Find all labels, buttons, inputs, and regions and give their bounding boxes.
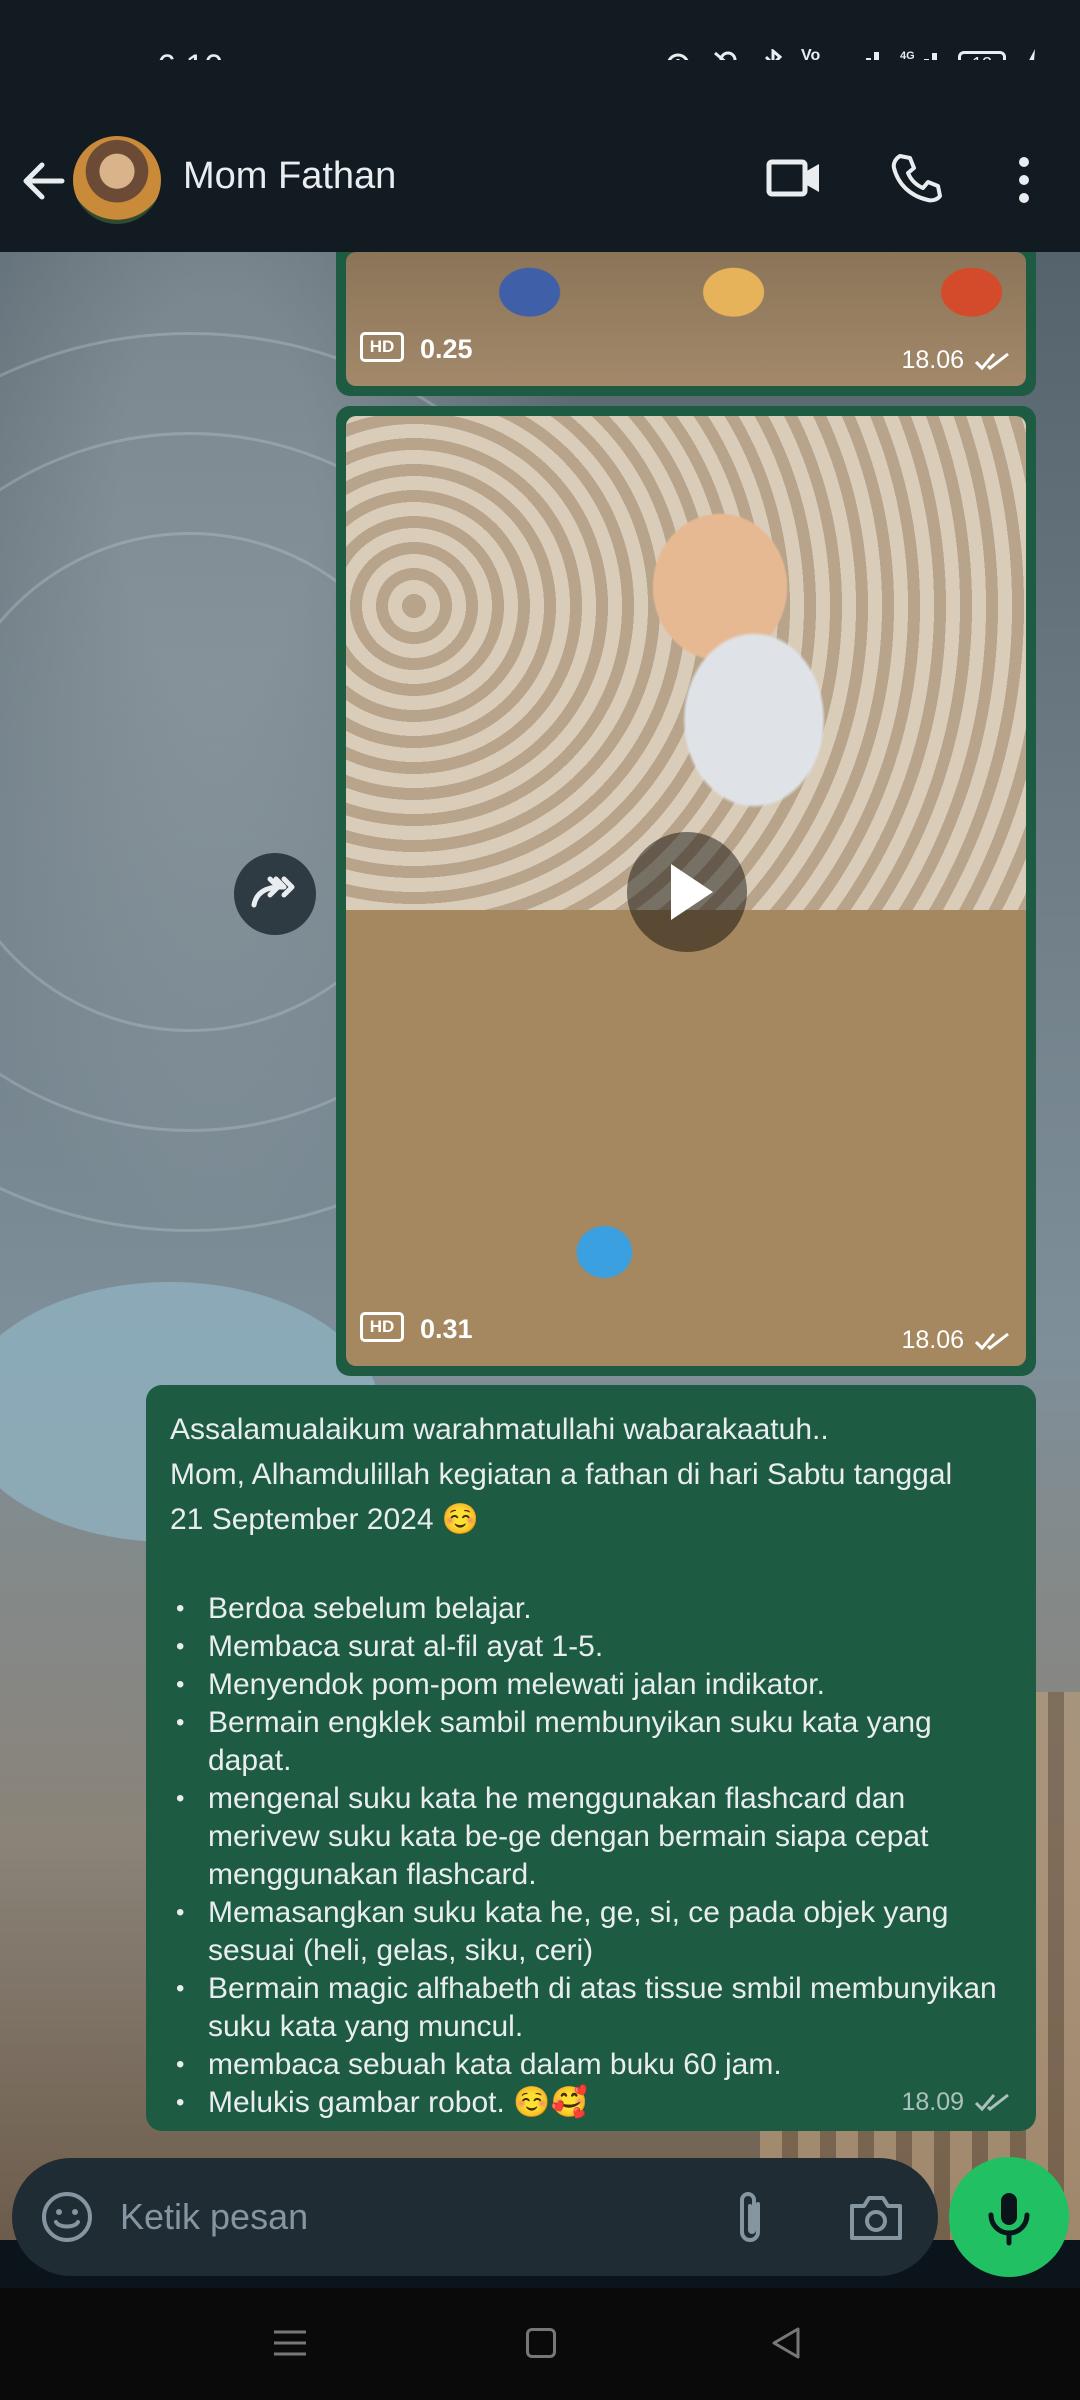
mic-icon: [988, 2193, 1030, 2246]
message-input[interactable]: [120, 2188, 680, 2246]
play-icon: [671, 864, 713, 920]
list-item: membaca sebuah kata dalam buku 60 jam.: [170, 2046, 1012, 2084]
hd-badge: HD: [360, 1312, 404, 1342]
message-composer: [12, 2158, 938, 2276]
emoji-icon[interactable]: [40, 2190, 94, 2244]
read-ticks-icon: [974, 352, 1009, 371]
message-time: 18.06: [901, 346, 964, 374]
text-message[interactable]: Assalamualaikum warahmatullahi wabarakaa…: [146, 1385, 1036, 2131]
list-item: Berdoa sebelum belajar.: [170, 1590, 1012, 1628]
read-ticks-icon: [974, 1332, 1009, 1351]
hd-badge: HD: [360, 332, 404, 362]
message-line: 21 September 2024 ☺️: [170, 1503, 480, 1536]
message-time: 18.06: [901, 1326, 964, 1354]
voice-call-icon[interactable]: [890, 152, 942, 204]
system-nav-bar: [0, 2288, 1080, 2400]
read-ticks-icon: [974, 2093, 1009, 2112]
list-item: Menyendok pom-pom melewati jalan indikat…: [170, 1666, 1012, 1704]
avatar[interactable]: [73, 136, 161, 224]
forward-icon: [251, 876, 295, 908]
video-call-icon[interactable]: [766, 156, 822, 200]
list-item: mengenal suku kata he menggunakan flashc…: [170, 1780, 1012, 1894]
recents-icon[interactable]: [272, 2328, 308, 2358]
video-duration: 0.25: [420, 334, 473, 364]
message-line: Assalamualaikum warahmatullahi wabarakaa…: [170, 1413, 829, 1446]
list-item: Memasangkan suku kata he, ge, si, ce pad…: [170, 1894, 1012, 1970]
attach-icon[interactable]: [728, 2188, 772, 2248]
video-duration: 0.31: [420, 1314, 473, 1344]
forward-button[interactable]: [234, 853, 316, 935]
voice-message-button[interactable]: [949, 2157, 1069, 2277]
nav-back-icon[interactable]: [770, 2326, 802, 2360]
list-item: Bermain magic alfhabeth di atas tissue s…: [170, 1970, 1012, 2046]
list-item: Bermain engklek sambil membunyikan suku …: [170, 1704, 1012, 1780]
back-arrow-icon[interactable]: [18, 155, 70, 207]
camera-icon[interactable]: [848, 2192, 904, 2242]
list-item: Membaca surat al-fil ayat 1-5.: [170, 1628, 1012, 1666]
contact-name[interactable]: Mom Fathan: [183, 155, 396, 198]
video-message[interactable]: HD 0.25 18.06: [336, 252, 1036, 396]
home-icon[interactable]: [526, 2328, 556, 2358]
list-item: Melukis gambar robot. ☺️🥰: [170, 2084, 1012, 2122]
message-time: 18.09: [901, 2088, 964, 2116]
message-line: Mom, Alhamdulillah kegiatan a fathan di …: [170, 1458, 953, 1491]
play-button[interactable]: [627, 832, 747, 952]
more-options-icon[interactable]: [1010, 156, 1038, 204]
activity-list: Berdoa sebelum belajar. Membaca surat al…: [170, 1590, 1012, 2122]
